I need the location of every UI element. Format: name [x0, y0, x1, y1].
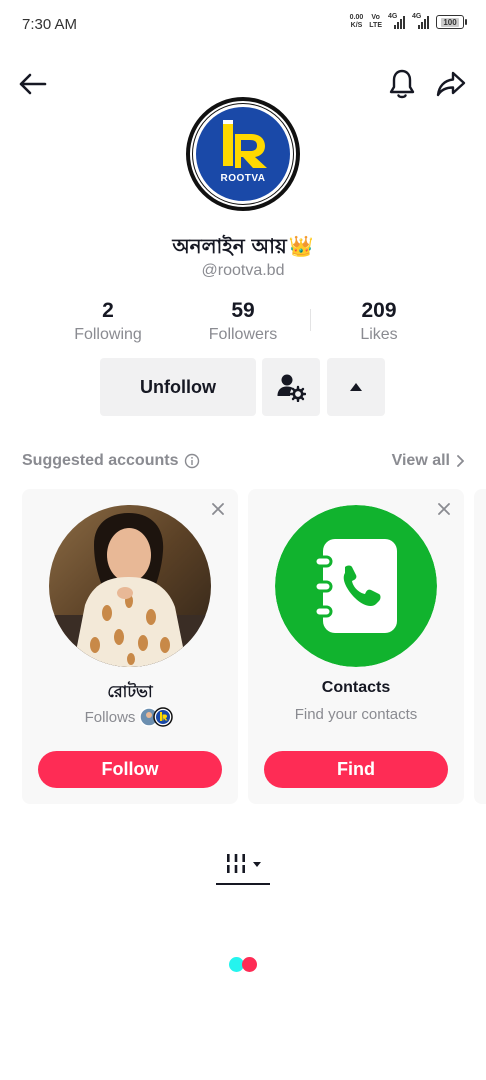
tab-videos[interactable]: [216, 842, 270, 886]
stat-followers[interactable]: 59 Followers: [183, 298, 303, 346]
display-name: অনলাইন আয় 👑: [172, 234, 314, 258]
share-button[interactable]: [431, 64, 471, 104]
suggested-card[interactable]: রোটভা Follows Follow: [22, 489, 238, 804]
status-time: 7:30 AM: [22, 16, 78, 33]
username: @rootva.bd: [201, 262, 285, 279]
rootva-logo: ROOTVA: [192, 103, 294, 205]
triangle-up-icon: [350, 383, 362, 391]
tab-underline: [216, 883, 270, 885]
bell-icon: [389, 69, 415, 99]
suggested-user-name: রোটভা: [107, 682, 153, 701]
follow-button[interactable]: Follow: [38, 751, 222, 788]
stat-following[interactable]: 2 Following: [48, 298, 168, 346]
chevron-right-icon: [457, 455, 464, 467]
stat-likes[interactable]: 209 Likes: [319, 298, 439, 346]
signal-icon: 4G: [412, 13, 430, 29]
next-card-peek[interactable]: [474, 489, 486, 804]
status-bar: 7:30 AM 0.00 K/S Vo LTE 4G 4G 100: [0, 0, 486, 48]
suggested-accounts-header: Suggested accounts: [22, 452, 200, 470]
contacts-title: Contacts: [321, 679, 391, 696]
arrow-left-icon: [19, 73, 47, 95]
loading-indicator: [229, 957, 259, 973]
network-speed: 0.00 K/S: [349, 14, 364, 29]
close-icon[interactable]: [436, 501, 452, 517]
crown-icon: 👑: [288, 234, 314, 258]
info-icon[interactable]: [184, 453, 200, 469]
contacts-book-icon[interactable]: [275, 505, 437, 667]
view-all-link[interactable]: View all: [392, 452, 464, 470]
find-button[interactable]: Find: [264, 751, 448, 788]
contacts-card[interactable]: Contacts Find your contacts Find: [248, 489, 464, 804]
logo-text: ROOTVA: [220, 173, 266, 184]
mutual-follows: Follows: [22, 706, 238, 728]
status-icons: 0.00 K/S Vo LTE 4G 4G 100: [349, 13, 467, 30]
signal-icon: 4G: [388, 13, 406, 29]
close-icon[interactable]: [210, 501, 226, 517]
manage-account-button[interactable]: [262, 358, 320, 416]
suggested-user-photo[interactable]: [49, 505, 211, 667]
notifications-button[interactable]: [382, 64, 422, 104]
collapse-suggestions-button[interactable]: [327, 358, 385, 416]
stat-divider: [310, 309, 311, 331]
person-gear-icon: [277, 374, 306, 402]
battery-icon: 100: [436, 15, 467, 29]
caret-down-icon: [253, 862, 261, 867]
unfollow-button[interactable]: Unfollow: [100, 358, 256, 416]
volte-icon: Vo LTE: [369, 14, 382, 29]
back-button[interactable]: [12, 64, 52, 104]
grid-icon: [227, 854, 245, 873]
contacts-subtitle: Find your contacts: [294, 706, 418, 723]
profile-avatar[interactable]: ROOTVA: [186, 97, 300, 211]
share-icon: [436, 71, 466, 97]
mutual-avatars-icon: [139, 707, 174, 727]
loader-dot-red: [242, 957, 257, 972]
